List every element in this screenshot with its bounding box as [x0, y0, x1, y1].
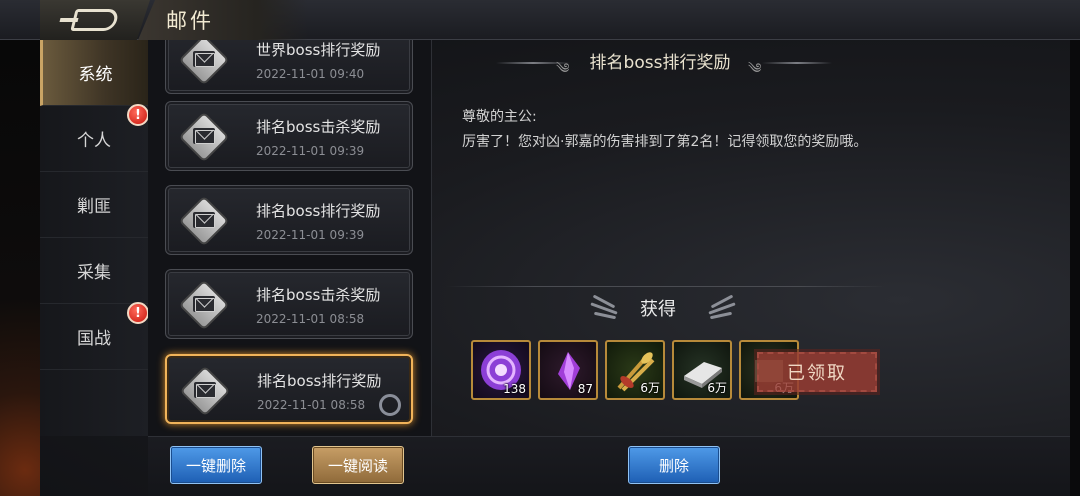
- category-sidebar: 系统 个人 ! 剿匪 采集 国战 !: [40, 40, 149, 436]
- mail-title: 排名boss排行奖励: [589, 53, 731, 73]
- header-bar: 邮件: [0, 0, 1080, 40]
- divider: [446, 286, 886, 287]
- right-edge: [1070, 40, 1080, 496]
- envelope-icon: [181, 114, 227, 160]
- sidebar-item-bandits[interactable]: 剿匪: [40, 172, 148, 238]
- sidebar-item-system[interactable]: 系统: [40, 40, 148, 106]
- reward-count: 6万: [640, 381, 660, 395]
- back-arrow-icon: [70, 9, 120, 31]
- mail-date: 2022-11-01 09:40: [256, 67, 365, 81]
- mail-date: 2022-11-01 09:39: [256, 228, 365, 242]
- mail-item[interactable]: 世界boss排行奖励 2022-11-01 09:40: [165, 40, 413, 94]
- mail-date: 2022-11-01 09:39: [256, 144, 365, 158]
- page-title: 邮件: [166, 9, 214, 33]
- bottom-toolbar: 一键删除 一键阅读 删除: [148, 436, 1080, 496]
- envelope-icon: [182, 368, 228, 414]
- mail-item[interactable]: 排名boss击杀奖励 2022-11-01 09:39: [165, 101, 413, 171]
- sidebar-item-label: 剿匪: [77, 197, 111, 217]
- mail-item[interactable]: 排名boss排行奖励 2022-11-01 09:39: [165, 185, 413, 255]
- rewards-heading: 获得: [640, 299, 676, 320]
- mail-subject: 排名boss击杀奖励: [256, 286, 381, 304]
- envelope-icon: [181, 40, 227, 83]
- wing-ornament-icon: [588, 294, 622, 320]
- delete-all-button[interactable]: 一键删除: [170, 446, 262, 484]
- delete-button[interactable]: 删除: [628, 446, 720, 484]
- reward-count: 6万: [707, 381, 727, 395]
- envelope-icon: [181, 198, 227, 244]
- mail-screen: 邮件 系统 个人 ! 剿匪 采集 国战 ! 世界boss排行奖励 2022-11…: [0, 0, 1080, 496]
- mail-item[interactable]: 排名boss击杀奖励 2022-11-01 08:58: [165, 269, 413, 339]
- mail-date: 2022-11-01 08:58: [257, 398, 366, 412]
- mail-subject: 排名boss排行奖励: [257, 372, 382, 390]
- mail-subject: 排名boss击杀奖励: [256, 118, 381, 136]
- read-all-button[interactable]: 一键阅读: [312, 446, 404, 484]
- mail-date: 2022-11-01 08:58: [256, 312, 365, 326]
- decorative-left-strip: [0, 40, 40, 496]
- envelope-icon: [181, 282, 227, 328]
- claimed-stamp: 已领取: [757, 352, 877, 392]
- reward-item[interactable]: 87: [538, 340, 598, 400]
- reward-item[interactable]: 6万: [672, 340, 732, 400]
- title-plate: [138, 0, 308, 40]
- title-divider-right: [762, 62, 832, 64]
- mail-greeting: 尊敬的主公:: [462, 109, 537, 125]
- wing-ornament-icon: [704, 294, 738, 320]
- mail-list[interactable]: 世界boss排行奖励 2022-11-01 09:40 排名boss击杀奖励 2…: [148, 40, 432, 436]
- reward-item[interactable]: 6万: [605, 340, 665, 400]
- mail-subject: 排名boss排行奖励: [256, 202, 381, 220]
- back-button[interactable]: [40, 0, 150, 40]
- sidebar-item-nation-war[interactable]: 国战 !: [40, 302, 149, 370]
- mail-body: 厉害了！您对凶·郭嘉的伤害排到了第2名！记得领取您的奖励哦。: [462, 134, 868, 150]
- sidebar-item-label: 系统: [78, 65, 113, 85]
- reward-item[interactable]: 138: [471, 340, 531, 400]
- sidebar-item-label: 个人: [77, 131, 111, 151]
- sidebar-item-gather[interactable]: 采集: [40, 238, 148, 304]
- sidebar-item-personal[interactable]: 个人 !: [40, 104, 149, 172]
- sidebar-item-label: 采集: [77, 263, 111, 283]
- scroll-ornament-icon: ༄: [748, 61, 762, 77]
- mail-subject: 世界boss排行奖励: [256, 41, 381, 59]
- notification-badge: !: [127, 104, 149, 126]
- loading-ring-icon: [379, 394, 401, 416]
- mail-item-selected[interactable]: 排名boss排行奖励 2022-11-01 08:58: [165, 354, 413, 424]
- reward-count: 87: [577, 382, 593, 396]
- sidebar-item-label: 国战: [77, 329, 111, 349]
- notification-badge: !: [127, 302, 149, 324]
- reward-count: 138: [503, 382, 526, 396]
